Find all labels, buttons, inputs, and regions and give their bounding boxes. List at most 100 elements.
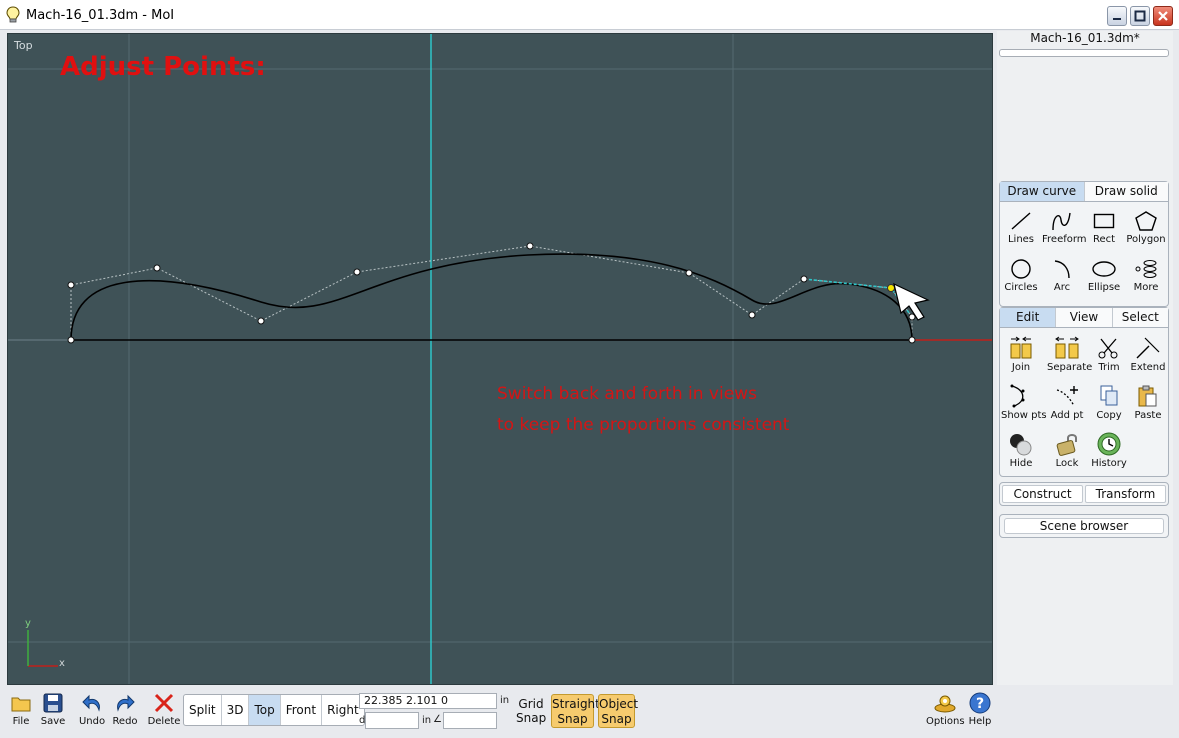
paste-tool[interactable]: Paste (1128, 384, 1168, 421)
angle-icon: ∠ (433, 714, 442, 725)
ellipse-icon (1092, 261, 1116, 277)
angle-input[interactable] (443, 712, 497, 729)
distance-unit-label: in (422, 715, 432, 726)
help-icon: ? (969, 692, 991, 714)
tab-draw-solid[interactable]: Draw solid (1084, 182, 1168, 201)
tab-draw-curve[interactable]: Draw curve (1000, 182, 1085, 201)
extend-icon (1136, 337, 1160, 359)
paste-icon (1138, 385, 1157, 407)
minimize-icon (1113, 18, 1121, 20)
add-pt-tool[interactable]: Add pt (1047, 384, 1087, 421)
tab-edit[interactable]: Edit (1000, 308, 1057, 327)
folder-icon (11, 697, 31, 712)
annotation-heading: Adjust Points: (60, 52, 266, 82)
separate-icon (1055, 336, 1079, 359)
title-bar: Mach-16_01.3dm - MoI (0, 0, 1179, 30)
line-icon (1011, 212, 1031, 230)
show-points-icon (1010, 384, 1025, 408)
bottom-toolbar: File Save Undo Redo Delete Split 3D Top … (0, 688, 1179, 738)
edit-palette: Edit View Select Join Separate Trim Exte… (999, 307, 1169, 477)
history-icon (1097, 432, 1121, 456)
construct-transform-bar: Construct Transform (999, 482, 1169, 506)
maximize-button[interactable] (1130, 6, 1150, 26)
transform-button[interactable]: Transform (1085, 485, 1166, 503)
save-icon (43, 693, 63, 713)
lightbulb-icon (6, 6, 20, 23)
circle-icon (1011, 259, 1031, 279)
save-button[interactable]: Save (35, 692, 71, 727)
coordinate-input[interactable]: 22.385 2.101 0 (359, 693, 497, 709)
file-name: Mach-16_01.3dm* (1030, 31, 1140, 45)
undo-icon (82, 694, 100, 712)
redo-icon (117, 694, 135, 712)
trim-tool[interactable]: Trim (1089, 336, 1129, 373)
close-icon (1158, 11, 1168, 21)
hide-icon (1010, 434, 1032, 456)
circles-tool[interactable]: Circles (1001, 258, 1041, 293)
scene-browser-button[interactable]: Scene browser (1004, 518, 1164, 534)
undo-button[interactable]: Undo (74, 692, 110, 727)
freeform-tool[interactable]: Freeform (1042, 210, 1087, 245)
lock-tool[interactable]: Lock (1047, 432, 1087, 469)
svg-text:?: ? (976, 696, 984, 712)
straight-snap-toggle[interactable]: Straight Snap (551, 694, 600, 728)
maximize-icon (1134, 10, 1146, 22)
options-button[interactable]: Options (926, 692, 965, 727)
join-tool[interactable]: Join (1001, 336, 1041, 373)
view-switcher: Split 3D Top Front Right (183, 694, 365, 726)
tab-view[interactable]: View (1056, 308, 1113, 327)
copy-icon (1100, 385, 1118, 406)
rect-tool[interactable]: Rect (1084, 210, 1124, 245)
right-panel: Mach-16_01.3dm* Draw curve Draw solid Li… (997, 31, 1173, 685)
construct-button[interactable]: Construct (1002, 485, 1083, 503)
redo-button[interactable]: Redo (107, 692, 143, 727)
window-title: Mach-16_01.3dm - MoI (26, 8, 175, 23)
history-tool[interactable]: History (1089, 432, 1129, 469)
delete-button[interactable]: Delete (146, 692, 182, 727)
help-button[interactable]: ? Help (962, 692, 998, 727)
freeform-icon (1052, 212, 1071, 231)
scissors-icon (1098, 338, 1118, 359)
top-viewport[interactable]: Top Adjust Points: Switch back and forth… (7, 33, 993, 685)
viewport-name[interactable]: Top (14, 39, 33, 52)
hide-tool[interactable]: Hide (1001, 432, 1041, 469)
minimize-button[interactable] (1107, 6, 1127, 26)
annotation-note-line-2: to keep the proportions consistent (497, 415, 790, 435)
copy-tool[interactable]: Copy (1089, 384, 1129, 421)
tab-select[interactable]: Select (1112, 308, 1168, 327)
more-tool[interactable]: More (1126, 258, 1166, 293)
ellipse-tool[interactable]: Ellipse (1084, 258, 1124, 293)
grid-snap-toggle[interactable]: Grid Snap (516, 697, 546, 725)
polygon-tool[interactable]: Polygon (1126, 210, 1166, 245)
profile-curve (70, 253, 913, 341)
options-gear-icon (934, 695, 956, 713)
distance-input[interactable] (365, 712, 419, 729)
view-3d-button[interactable]: 3D (222, 695, 250, 725)
view-front-button[interactable]: Front (281, 695, 323, 725)
progress-bar (999, 49, 1169, 57)
delete-icon (154, 693, 174, 713)
view-top-button[interactable]: Top (249, 695, 281, 725)
lines-tool[interactable]: Lines (1001, 210, 1041, 245)
scene-browser-bar: Scene browser (999, 514, 1169, 538)
view-right-button[interactable]: Right (322, 695, 364, 725)
selected-point (887, 284, 895, 292)
object-snap-toggle[interactable]: Object Snap (598, 694, 638, 728)
rectangle-icon (1093, 213, 1115, 229)
close-button[interactable] (1153, 6, 1173, 26)
axis-y-label: y (25, 618, 31, 629)
viewport-canvas[interactable] (8, 34, 993, 685)
separate-tool[interactable]: Separate (1047, 336, 1092, 373)
extend-tool[interactable]: Extend (1128, 336, 1168, 373)
add-point-icon (1056, 386, 1078, 407)
file-button[interactable]: File (3, 692, 39, 727)
arc-icon (1054, 260, 1070, 279)
arc-tool[interactable]: Arc (1042, 258, 1082, 293)
control-polygon (70, 245, 913, 340)
coord-unit-label: in (500, 695, 510, 706)
show-pts-tool[interactable]: Show pts (1001, 384, 1047, 421)
join-icon (1010, 336, 1032, 359)
annotation-note-line-1: Switch back and forth in views (497, 384, 757, 404)
view-split-button[interactable]: Split (184, 695, 222, 725)
axis-x-label: x (59, 658, 65, 669)
